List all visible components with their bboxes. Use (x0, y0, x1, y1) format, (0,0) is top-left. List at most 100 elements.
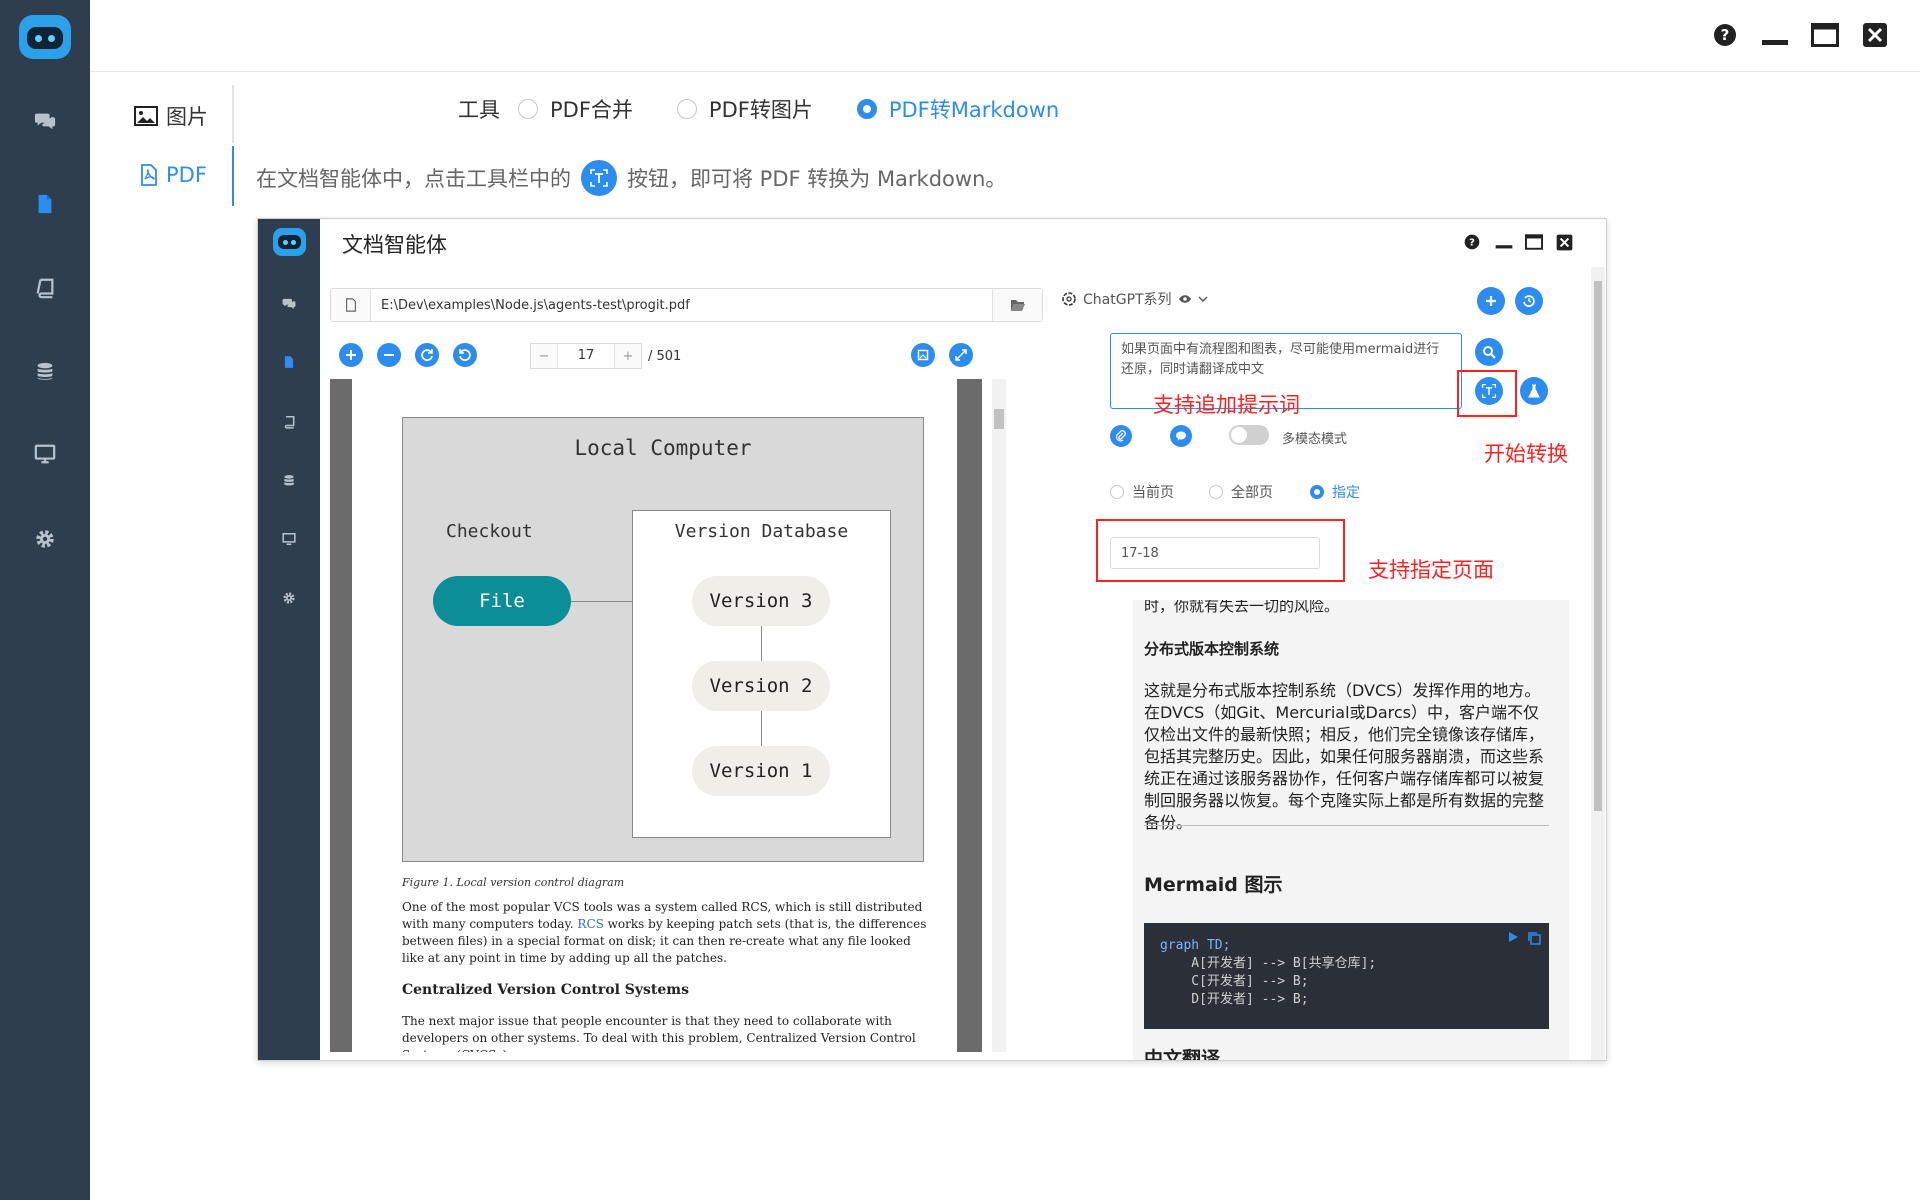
radio-dot[interactable] (518, 99, 538, 119)
code-line: A[开发者] --> B[共享仓库]; (1160, 956, 1377, 971)
new-chat-button[interactable] (1477, 287, 1505, 315)
radio-all-pages[interactable]: 全部页 (1209, 482, 1273, 502)
search-button[interactable] (1475, 338, 1503, 366)
monitor-icon[interactable] (0, 434, 90, 474)
radio-dot[interactable] (1310, 485, 1324, 499)
markdown-heading: 中文翻译 (1144, 1048, 1221, 1061)
model-name: ChatGPT系列 (1083, 292, 1172, 308)
checkout-label: Checkout (446, 521, 533, 542)
close-icon[interactable] (1554, 232, 1574, 252)
rcs-link[interactable]: RCS (577, 917, 603, 931)
app-logo (19, 15, 71, 59)
pdf-viewer[interactable]: Local Computer Checkout File Version Dat… (330, 379, 982, 1052)
close-icon[interactable] (1860, 20, 1890, 50)
radio-specified[interactable]: 指定 (1310, 482, 1360, 502)
copy-icon[interactable] (1527, 931, 1541, 945)
code-line: graph TD; (1160, 938, 1231, 953)
radio-pdf-to-image[interactable]: PDF转图片 (676, 94, 813, 124)
book-icon[interactable] (0, 268, 90, 308)
scroll-thumb[interactable] (1594, 281, 1602, 811)
file-icon[interactable] (331, 289, 371, 321)
chat-button[interactable] (1170, 425, 1192, 447)
next-page-button[interactable]: + (615, 344, 641, 368)
pdf-paragraph: One of the most popular VCS tools was a … (402, 899, 929, 967)
chevron-down-icon (1198, 296, 1208, 302)
radio-label: 当前页 (1132, 485, 1174, 501)
chat-icon[interactable] (258, 291, 320, 315)
pdf-diagram: Local Computer Checkout File Version Dat… (402, 417, 924, 862)
radio-dot[interactable] (1110, 485, 1124, 499)
tab-image[interactable]: 图片 (134, 101, 208, 131)
description-after: 按钮，即可将 PDF 转换为 Markdown。 (627, 167, 1007, 191)
tool-selector: 工具 PDF合并 PDF转图片 PDF转Markdown (458, 94, 1103, 124)
sidebar (0, 0, 90, 1200)
pdf-scrollbar[interactable] (992, 379, 1006, 1052)
zoom-out-button[interactable] (377, 343, 401, 367)
fit-page-button[interactable] (911, 343, 935, 367)
tab-pdf[interactable]: PDF (140, 163, 207, 187)
convert-icon (581, 160, 617, 196)
radio-current-page[interactable]: 当前页 (1110, 482, 1174, 502)
radio-pdf-to-markdown[interactable]: PDF转Markdown (856, 94, 1059, 124)
file-path-input[interactable]: E:\Dev\examples\Node.js\agents-test\prog… (371, 298, 992, 313)
inner-app-logo (273, 228, 306, 256)
zoom-in-button[interactable] (339, 343, 363, 367)
gear-icon[interactable] (258, 586, 320, 610)
radio-pdf-merge-label: PDF合并 (550, 98, 633, 122)
file-node: File (433, 576, 571, 626)
gear-icon[interactable] (0, 519, 90, 559)
rotate-left-button[interactable] (453, 343, 477, 367)
minimize-icon[interactable] (1494, 232, 1514, 252)
multimodal-label: 多模态模式 (1282, 432, 1348, 447)
figure-caption: Figure 1. Local version control diagram (402, 876, 625, 889)
version-node: Version 1 (692, 746, 830, 796)
lab-button[interactable] (1520, 377, 1548, 405)
maximize-icon[interactable] (1810, 20, 1840, 50)
monitor-icon[interactable] (258, 527, 320, 551)
multimodal-toggle[interactable] (1229, 425, 1269, 445)
pdf-heading: Centralized Version Control Systems (402, 982, 689, 998)
database-icon[interactable] (258, 469, 320, 493)
radio-dot[interactable] (1209, 485, 1223, 499)
radio-pdf-to-image-label: PDF转图片 (708, 98, 813, 122)
document-icon[interactable] (0, 184, 90, 224)
maximize-icon[interactable] (1524, 232, 1544, 252)
svg-text:?: ? (1469, 237, 1475, 248)
book-icon[interactable] (258, 410, 320, 434)
rotate-right-button[interactable] (415, 343, 439, 367)
right-scrollbar[interactable] (1591, 267, 1605, 1060)
code-line: D[开发者] --> B; (1160, 992, 1309, 1007)
prev-page-button[interactable]: − (531, 344, 557, 368)
history-button[interactable] (1515, 287, 1543, 315)
openai-icon (1062, 292, 1076, 306)
document-icon[interactable] (258, 350, 320, 374)
scroll-thumb[interactable] (994, 409, 1004, 429)
help-icon[interactable]: ? (1462, 232, 1482, 252)
description: 在文档智能体中，点击工具栏中的 按钮，即可将 PDF 转换为 Markdown。 (256, 160, 1006, 196)
help-icon[interactable]: ? (1710, 20, 1740, 50)
fullscreen-button[interactable] (949, 343, 973, 367)
markdown-heading: 分布式版本控制系统 (1144, 640, 1280, 658)
play-icon[interactable] (1507, 931, 1519, 943)
chat-icon[interactable] (0, 100, 90, 140)
annotation-range: 支持指定页面 (1368, 558, 1494, 582)
radio-dot[interactable] (676, 99, 697, 119)
minimize-icon[interactable] (1760, 20, 1790, 50)
radio-label: 指定 (1332, 485, 1360, 501)
title-bar: ? (90, 0, 1920, 72)
annotation-prompt: 支持追加提示词 (1153, 393, 1300, 417)
pdf-icon (141, 164, 157, 186)
inner-window-title: 文档智能体 (342, 233, 447, 257)
attach-button[interactable] (1110, 425, 1132, 447)
code-line: C[开发者] --> B; (1160, 974, 1309, 989)
radio-pdf-merge[interactable]: PDF合并 (518, 94, 633, 124)
folder-open-icon[interactable] (992, 289, 1042, 321)
tool-label: 工具 (458, 98, 500, 122)
markdown-paragraph: 这就是分布式版本控制系统（DVCS）发挥作用的地方。在DVCS（如Git、Mer… (1144, 681, 1545, 832)
model-selector[interactable]: ChatGPT系列 (1061, 289, 1208, 309)
version-node: Version 2 (692, 661, 830, 711)
markdown-output: 时，你就有失去一切的风险。 分布式版本控制系统 这就是分布式版本控制系统（DVC… (1133, 600, 1569, 1061)
page-number-input[interactable]: 17 (557, 344, 615, 368)
database-icon[interactable] (0, 352, 90, 392)
radio-dot[interactable] (856, 99, 877, 119)
